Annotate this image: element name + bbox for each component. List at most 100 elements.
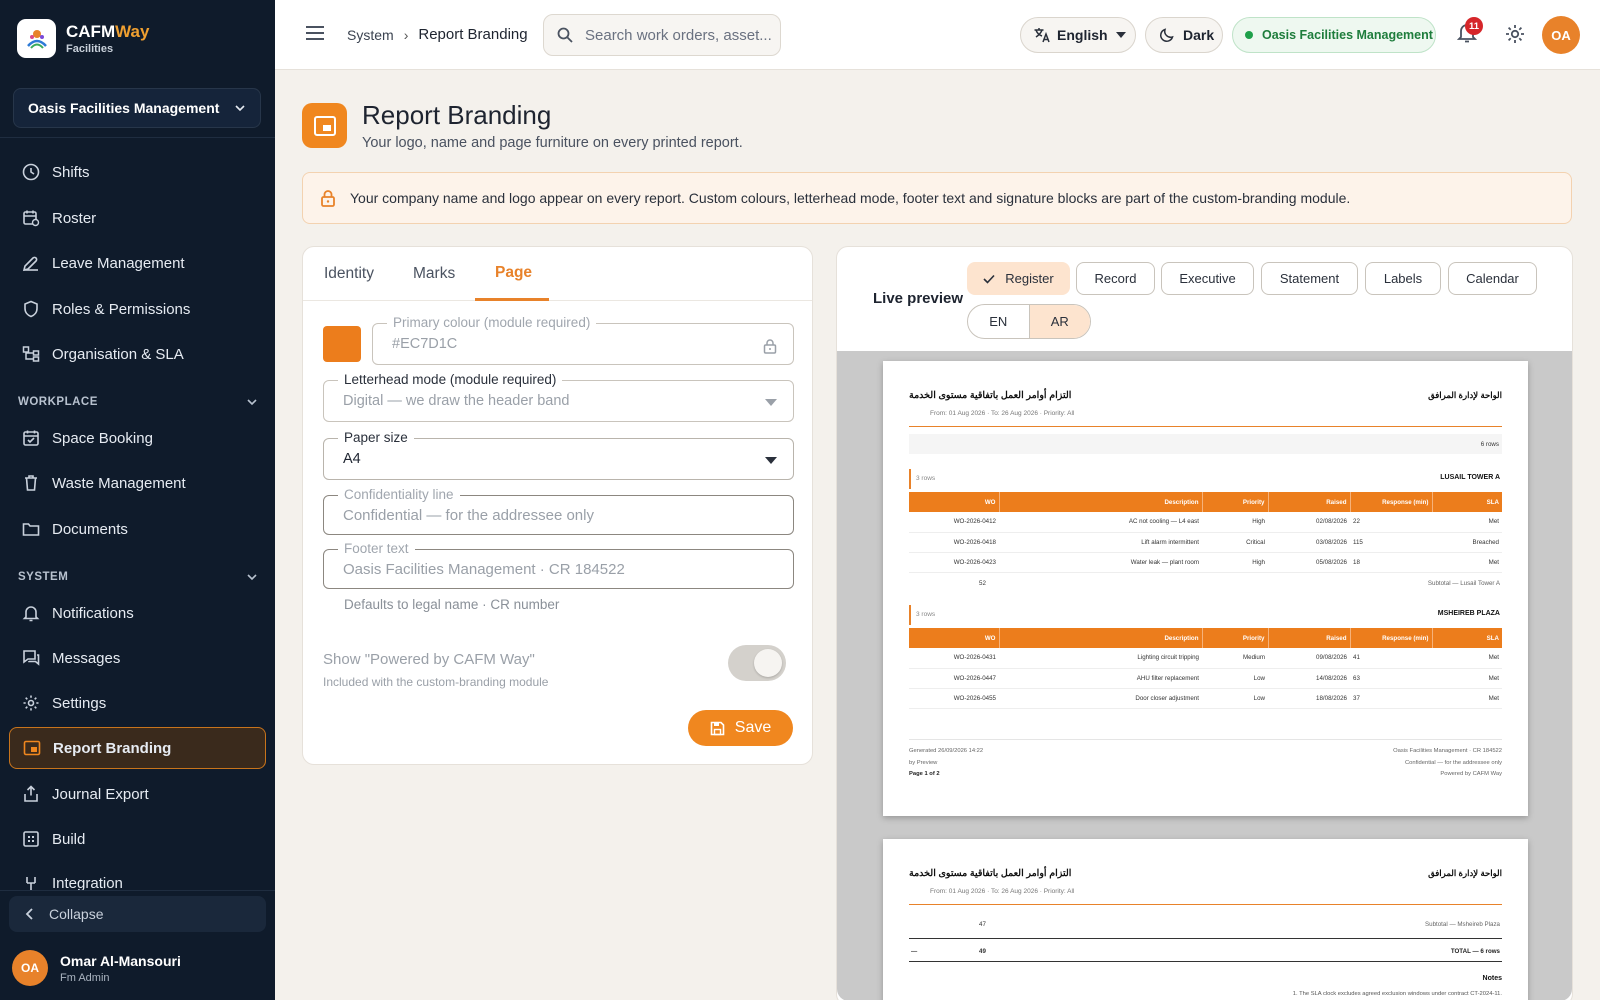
preview-area[interactable]: التزام أوامر العمل باتفاقية مستوى الخدمة… <box>837 351 1572 1000</box>
sidebar-item-leave-management[interactable]: Leave Management <box>9 242 266 284</box>
template-executive[interactable]: Executive <box>1161 262 1254 295</box>
collapse-button[interactable]: Collapse <box>9 896 266 932</box>
sidebar-item-report-branding[interactable]: Report Branding <box>9 727 266 769</box>
cell: WO-2026-0431 <box>909 648 999 669</box>
org-switcher[interactable]: Oasis Facilities Management <box>13 88 261 128</box>
org-status-badge[interactable]: Oasis Facilities Management <box>1232 17 1436 53</box>
caret-down-icon <box>765 399 777 406</box>
sidebar-item-label: Space Booking <box>52 429 153 447</box>
report-footer-right: Oasis Facilities Management · CR 184522 … <box>1393 746 1502 781</box>
section-title: WORKPLACE <box>18 396 98 408</box>
primary-colour-swatch <box>323 326 361 362</box>
sidebar-item-label: Settings <box>52 694 107 712</box>
cell: Medium <box>1202 648 1268 669</box>
subtotal-row: 47 Subtotal — Msheireb Plaza <box>909 914 1502 934</box>
footer-text-input[interactable]: Footer text Oasis Facilities Management … <box>323 540 794 589</box>
sidebar-item-notifications[interactable]: Notifications <box>9 592 266 634</box>
template-record[interactable]: Record <box>1076 262 1155 295</box>
user-profile[interactable]: OA Omar Al-Mansouri Fm Admin <box>12 950 181 986</box>
branding-icon <box>23 740 41 756</box>
lang-ar-button[interactable]: AR <box>1028 305 1090 338</box>
language-select[interactable]: English <box>1020 17 1136 53</box>
cell: WO-2026-0447 <box>909 668 999 689</box>
cell: Lift alarm intermittent <box>999 532 1202 553</box>
section-workplace[interactable]: WORKPLACE <box>18 396 258 408</box>
sidebar-item-label: Integration <box>52 875 123 890</box>
sidebar-item-integration[interactable]: Integration <box>9 862 266 890</box>
tab-marks[interactable]: Marks <box>413 247 455 301</box>
field-label: Letterhead mode (module required) <box>338 371 563 389</box>
col-wo: WO <box>909 628 1000 648</box>
sidebar-item-organisation-sla[interactable]: Organisation & SLA <box>9 333 266 375</box>
menu-icon[interactable] <box>305 25 325 41</box>
cell: 18/08/2026 <box>1268 688 1350 709</box>
sidebar-item-label: Roster <box>52 209 97 227</box>
org-switcher-label: Oasis Facilities Management <box>28 100 220 116</box>
sidebar-item-label: Notifications <box>52 604 134 622</box>
chevron-down-icon <box>247 399 257 406</box>
cell: WO-2026-0412 <box>909 512 999 533</box>
cell: AC not cooling — L4 east <box>999 512 1202 533</box>
report-branding-icon <box>302 103 347 148</box>
report-meta: From: 01 Aug 2026 · To: 26 Aug 2026 · Pr… <box>930 888 1075 895</box>
sidebar-item-build[interactable]: Build <box>9 818 266 860</box>
brand[interactable]: CAFMWay Facilities <box>17 19 149 58</box>
sidebar-item-messages[interactable]: Messages <box>9 637 266 679</box>
sidebar-item-space-booking[interactable]: Space Booking <box>9 417 266 459</box>
preview-card: Live preview Register Record Executive S… <box>836 246 1573 1000</box>
sidebar-item-journal-export[interactable]: Journal Export <box>9 773 266 815</box>
sidebar-item-label: Roles & Permissions <box>52 300 191 318</box>
confidentiality-input[interactable]: Confidentiality line Confidential — for … <box>323 486 794 535</box>
section-system[interactable]: SYSTEM <box>18 571 258 583</box>
sidebar-item-label: Journal Export <box>52 785 149 803</box>
field-label: Primary colour (module required) <box>387 314 597 332</box>
chevron-right-icon: › <box>403 26 409 43</box>
template-statement[interactable]: Statement <box>1261 262 1358 295</box>
total-value: 49 <box>979 948 986 955</box>
sidebar-item-roster[interactable]: Roster <box>9 197 266 239</box>
bell-icon <box>22 606 40 622</box>
chevron-left-icon <box>25 908 33 920</box>
avatar[interactable]: OA <box>1542 16 1580 54</box>
total-label: TOTAL — 6 rows <box>1450 948 1500 955</box>
tab-page[interactable]: Page <box>475 247 549 301</box>
lang-en-button[interactable]: EN <box>968 305 1029 338</box>
save-button[interactable]: Save <box>688 710 793 746</box>
cell: 03/08/2026 <box>1268 532 1350 553</box>
theme-toggle[interactable]: Dark <box>1145 17 1223 53</box>
note-item: 1. The SLA clock excludes agreed exclusi… <box>1292 991 1502 997</box>
report-group-1: 3 rows LUSAIL TOWER A WO Description Pri… <box>909 469 1502 593</box>
template-labels[interactable]: Labels <box>1365 262 1441 295</box>
template-calendar[interactable]: Calendar <box>1448 262 1537 295</box>
breadcrumb-parent[interactable]: System <box>347 27 394 43</box>
grid-build-icon <box>23 831 39 847</box>
col-raised: Raised <box>1268 492 1351 512</box>
gear-icon[interactable] <box>1504 23 1526 45</box>
live-preview-label: Live preview <box>873 290 964 307</box>
paper-size-select[interactable]: Paper size A4 <box>323 429 794 480</box>
footer-text-placeholder: Oasis Facilities Management · CR 184522 <box>343 560 625 578</box>
search-icon <box>557 27 573 43</box>
sidebar-item-roles-permissions[interactable]: Roles & Permissions <box>9 288 266 330</box>
sidebar-item-waste-management[interactable]: Waste Management <box>9 462 266 504</box>
cell: 14/08/2026 <box>1268 668 1350 689</box>
status-dot <box>1245 31 1253 39</box>
sidebar-item-settings[interactable]: Settings <box>9 682 266 724</box>
cell: Lighting circuit tripping <box>999 648 1202 669</box>
cell: WO-2026-0418 <box>909 532 999 553</box>
sidebar-item-shifts[interactable]: Shifts <box>9 151 266 193</box>
tab-identity[interactable]: Identity <box>324 247 374 301</box>
calendar-check-icon <box>23 430 39 446</box>
cell: WO-2026-0423 <box>909 552 999 573</box>
powered-by-toggle[interactable] <box>728 645 786 681</box>
plane-icon <box>22 256 38 272</box>
page-subtitle: Your logo, name and page furniture on ev… <box>362 135 743 151</box>
preview-page-1: التزام أوامر العمل باتفاقية مستوى الخدمة… <box>883 361 1528 816</box>
sidebar-item-documents[interactable]: Documents <box>9 508 266 550</box>
cell: Low <box>1202 668 1268 689</box>
field-label: Paper size <box>338 429 414 447</box>
search-input[interactable]: Search work orders, asset... <box>543 14 781 56</box>
primary-colour-field: Primary colour (module required) #EC7D1C <box>372 314 794 365</box>
user-name: Omar Al-Mansouri <box>60 952 181 969</box>
template-register[interactable]: Register <box>967 262 1070 295</box>
